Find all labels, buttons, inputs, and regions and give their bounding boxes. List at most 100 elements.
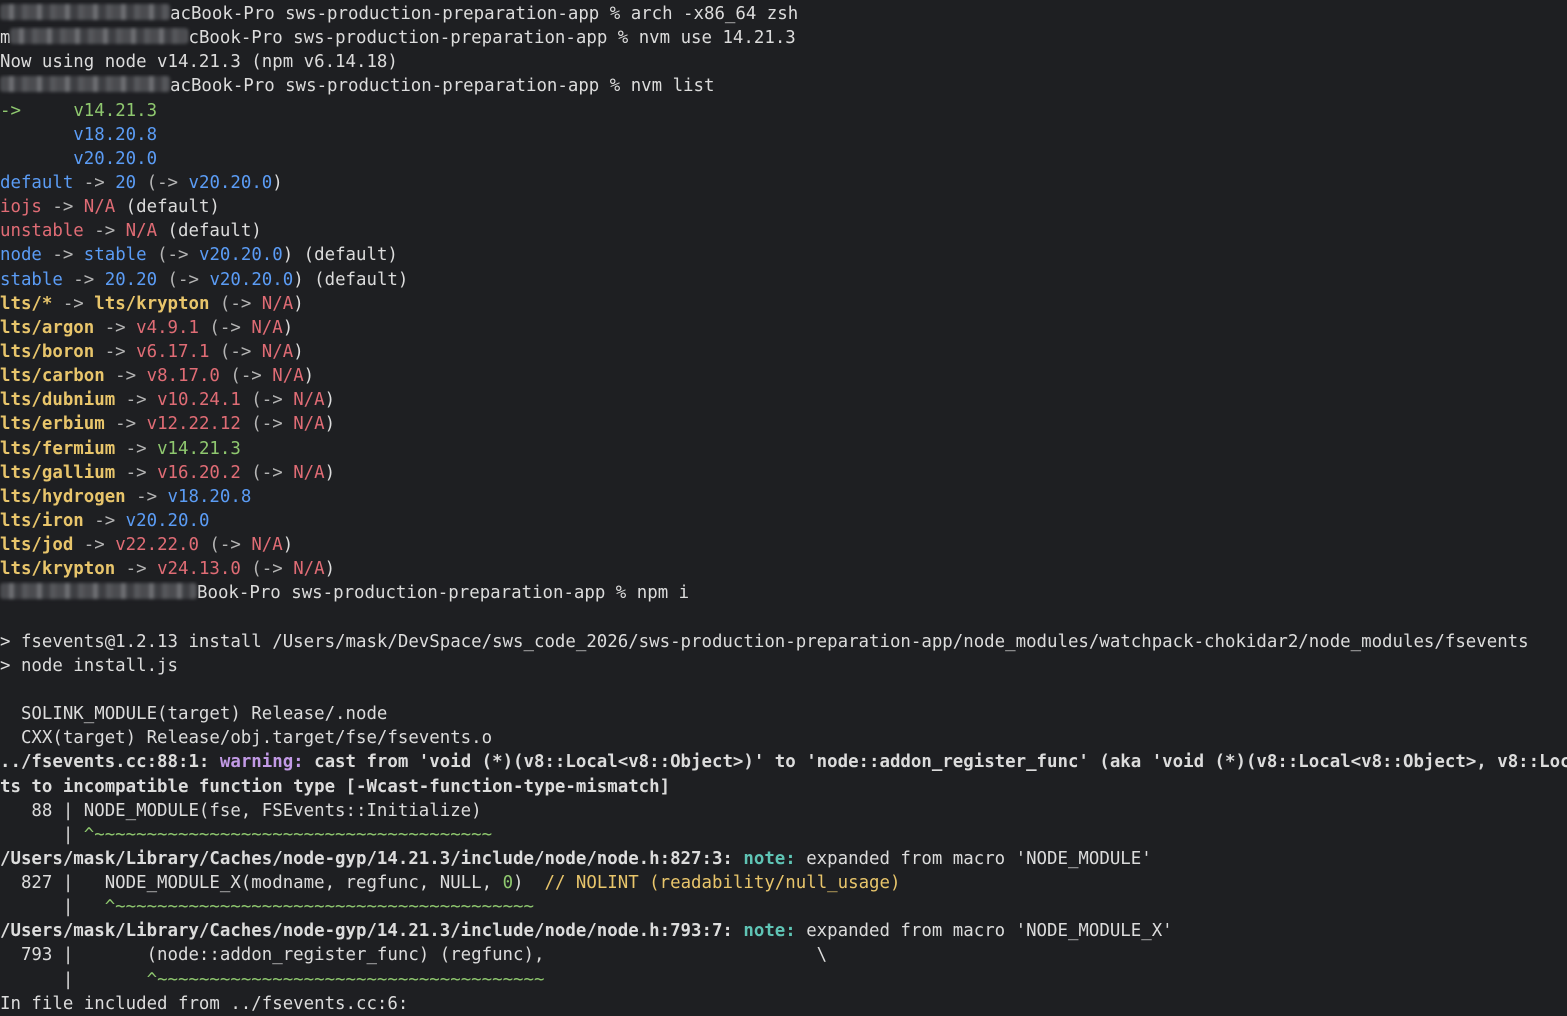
lts-alias-target: v14.21.3 xyxy=(157,438,241,459)
lts-alias-target: v16.20.2 xyxy=(157,462,241,483)
alias-target: N/A xyxy=(125,221,158,242)
caret-line: | ^~~~~~~~~~~~~~~~~~~~~~~~~~~~~~~~~~~~~~… xyxy=(0,824,493,845)
command-text: nvm list xyxy=(630,76,715,97)
alias-arrow: -> xyxy=(41,197,84,218)
alias-arrow: -> xyxy=(41,245,84,266)
lts-alias-target: v24.13.0 xyxy=(157,559,241,580)
command-text: nvm use 14.21.3 xyxy=(638,28,796,49)
source-line: 827 | NODE_MODULE_X(modname, regfunc, NU… xyxy=(0,873,901,894)
lts-alias-line: lts/boron -> v6.17.1 (-> N/A) xyxy=(0,340,1567,364)
output-line: Now using node v14.21.3 (npm v6.14.18) xyxy=(0,52,398,73)
prompt-text: acBook-Pro sws-production-preparation-ap… xyxy=(170,76,631,97)
lts-alias-arrow: -> xyxy=(115,462,158,483)
lts-alias-arrow: -> xyxy=(94,317,137,338)
lts-alias-line: lts/gallium -> v16.20.2 (-> N/A) xyxy=(0,461,1567,485)
lts-alias-target: v10.24.1 xyxy=(157,390,241,411)
source-line: 793 | (node::addon_register_func) (regfu… xyxy=(0,945,828,966)
redacted-username xyxy=(0,583,197,600)
alias-name: node xyxy=(0,245,42,266)
alias-suffix: (default) xyxy=(157,221,262,242)
lts-alias-resolved: N/A xyxy=(261,293,294,314)
redacted-username xyxy=(0,76,170,93)
prompt-user-initial: m xyxy=(0,28,11,49)
lts-alias-open: (-> xyxy=(240,414,294,435)
nvm-installed: v20.20.0 xyxy=(0,147,1567,171)
lts-alias-resolved: N/A xyxy=(251,317,283,338)
lts-alias-name: lts/fermium xyxy=(0,438,116,459)
output-line: In file included from ../fsevents.cc:6: xyxy=(0,993,409,1014)
alias-arrow: -> xyxy=(73,172,116,193)
lts-alias-close: ) xyxy=(303,366,315,387)
alias-name: stable xyxy=(0,269,63,290)
lts-alias-target: v12.22.12 xyxy=(146,414,241,435)
lts-alias-resolved: N/A xyxy=(293,390,325,411)
caret-marker: ^~~~~~~~~~~~~~~~~~~~~~~~~~~~~~~~~~~~~~ xyxy=(146,969,545,990)
lts-alias-name: lts/hydrogen xyxy=(0,486,126,507)
alias-target: 20.20 xyxy=(104,269,158,290)
lts-alias-arrow: -> xyxy=(94,341,137,362)
lts-alias-open: (-> xyxy=(209,341,262,362)
compiler-note-line: /Users/mask/Library/Caches/node-gyp/14.2… xyxy=(0,919,1567,943)
command-text: arch -x86_64 zsh xyxy=(630,4,799,24)
lts-alias-target: v22.22.0 xyxy=(115,535,199,556)
lts-alias-arrow: -> xyxy=(115,390,158,411)
alias-name: iojs xyxy=(0,197,42,218)
lts-alias-resolved: N/A xyxy=(293,462,325,483)
lts-alias-target: lts/krypton xyxy=(94,293,210,314)
caret-line: | ^~~~~~~~~~~~~~~~~~~~~~~~~~~~~~~~~~~~~~ xyxy=(0,969,545,990)
caret-marker: ^~~~~~~~~~~~~~~~~~~~~~~~~~~~~~~~~~~~~~~ xyxy=(83,824,493,845)
prompt-line: acBook-Pro sws-production-preparation-ap… xyxy=(0,2,1567,26)
lts-alias-line: lts/jod -> v22.22.0 (-> N/A) xyxy=(0,533,1567,557)
alias-name: unstable xyxy=(0,221,84,242)
alias-resolved: v20.20.0 xyxy=(209,269,294,290)
lts-alias-open: (-> xyxy=(240,559,294,580)
lts-alias-arrow: -> xyxy=(115,559,158,580)
prompt-text: acBook-Pro sws-production-preparation-ap… xyxy=(170,4,631,24)
prompt-line: acBook-Pro sws-production-preparation-ap… xyxy=(0,74,1567,98)
lts-alias-list: lts/* -> lts/krypton (-> N/A) lts/argon -… xyxy=(0,292,1567,582)
alias-arrow: -> xyxy=(83,221,126,242)
alias-target: 20 xyxy=(115,172,137,193)
lts-alias-close: ) xyxy=(324,414,336,435)
lts-alias-resolved: N/A xyxy=(261,341,294,362)
lts-alias-name: lts/gallium xyxy=(0,462,116,483)
command-text: npm i xyxy=(636,583,690,604)
lts-alias-resolved: N/A xyxy=(251,535,283,556)
compiler-warning-continuation: ts to incompatible function type [-Wcast… xyxy=(0,776,671,797)
current-marker: -> xyxy=(0,100,21,121)
alias-arrow: -> xyxy=(62,269,105,290)
lts-alias-line: lts/dubnium -> v10.24.1 (-> N/A) xyxy=(0,388,1567,412)
terminal-output[interactable]: acBook-Pro sws-production-preparation-ap… xyxy=(0,0,1567,1016)
nvm-installed: v18.20.8 xyxy=(0,123,1567,147)
alias-default: default -> 20 (-> v20.20.0) xyxy=(0,171,1567,195)
redacted-username xyxy=(0,4,170,20)
lts-alias-name: lts/dubnium xyxy=(0,390,116,411)
note-label: note: xyxy=(743,921,796,942)
alias-target: N/A xyxy=(83,197,116,218)
lts-alias-line: lts/argon -> v4.9.1 (-> N/A) xyxy=(0,316,1567,340)
alias-open: (-> xyxy=(146,245,199,266)
lts-alias-name: lts/carbon xyxy=(0,366,105,387)
lts-alias-close: ) xyxy=(282,535,294,556)
warning-message: cast from 'void (*)(v8::Local<v8::Object… xyxy=(303,752,1567,773)
lts-alias-line: lts/carbon -> v8.17.0 (-> N/A) xyxy=(0,364,1567,388)
lts-alias-close: ) xyxy=(293,293,304,314)
lts-alias-resolved: N/A xyxy=(293,559,325,580)
warning-location: ../fsevents.cc:88:1: xyxy=(0,752,220,773)
installed-version: v14.21.3 xyxy=(73,100,158,121)
source-comment: // NOLINT (readability/null_usage) xyxy=(544,873,901,894)
lts-alias-close: ) xyxy=(324,390,336,411)
note-location: /Users/mask/Library/Caches/node-gyp/14.2… xyxy=(0,848,744,869)
note-location: /Users/mask/Library/Caches/node-gyp/14.2… xyxy=(0,921,744,942)
warning-label: warning: xyxy=(219,752,304,773)
output-line: > fsevents@1.2.13 install /Users/mask/De… xyxy=(0,631,1529,652)
lts-alias-resolved: N/A xyxy=(272,366,304,387)
prompt-line: m cBook-Pro sws-production-preparation-a… xyxy=(0,26,1567,50)
output-line: CXX(target) Release/obj.target/fse/fseve… xyxy=(0,728,493,749)
lts-alias-name: lts/iron xyxy=(0,510,84,531)
alias-name: default xyxy=(0,172,74,193)
note-message: expanded from macro 'NODE_MODULE_X' xyxy=(795,921,1173,942)
lts-alias-name: lts/boron xyxy=(0,341,95,362)
lts-alias-arrow: -> xyxy=(125,486,168,507)
